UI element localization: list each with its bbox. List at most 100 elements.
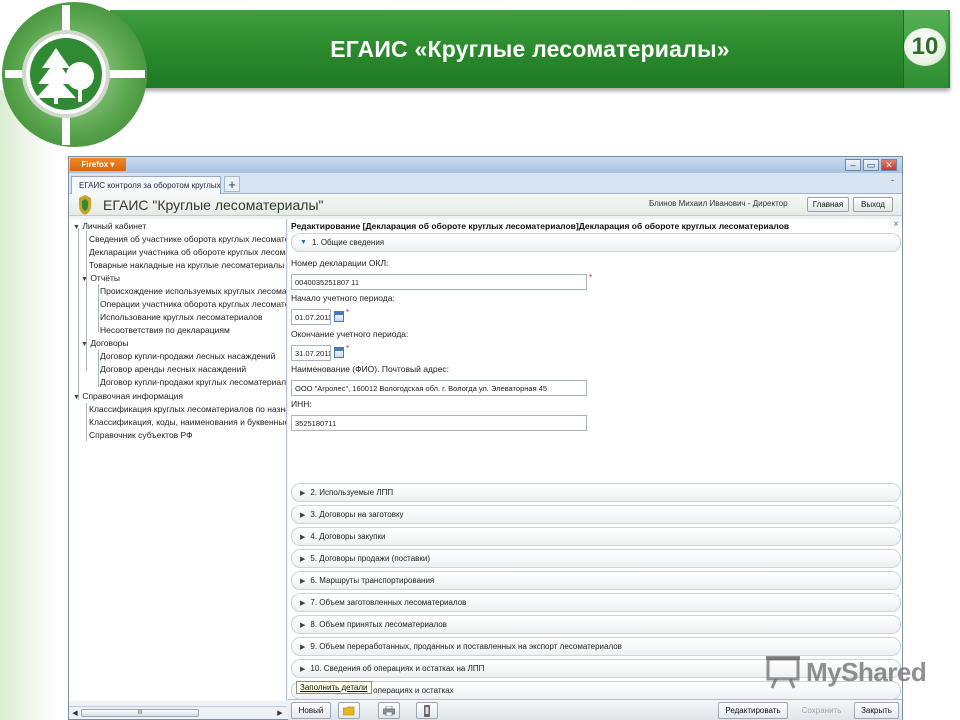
tree-item-plantation-sale-contract[interactable]: Договор купли-продажи лесных насаждений bbox=[100, 351, 275, 361]
section-accepted-volume[interactable]: ▶ 8. Объем принятых лесоматериалов bbox=[291, 615, 901, 634]
expand-arrow-icon: ▶ bbox=[300, 511, 306, 519]
left-edge-gradient bbox=[0, 90, 60, 720]
panel-close-icon[interactable]: × bbox=[893, 219, 899, 230]
scroll-right-icon[interactable]: ▶ bbox=[275, 708, 285, 718]
save-button[interactable]: Сохранить bbox=[794, 702, 849, 719]
tree-item-label: Справочная информация bbox=[82, 391, 183, 401]
tree-connector bbox=[86, 231, 87, 371]
exit-button[interactable]: Выход bbox=[853, 197, 893, 212]
browser-tab[interactable]: ЕГАИС контроля за оборотом круглых... bbox=[71, 176, 221, 194]
tree-item-contracts[interactable]: ▼ Договоры bbox=[81, 338, 129, 348]
firefox-menu-button[interactable]: Firefox ▾ bbox=[70, 158, 126, 171]
page-number: 10 bbox=[904, 28, 946, 66]
section-label: 3. Договоры на заготовку bbox=[310, 510, 404, 519]
name-address-label: Наименование (ФИО). Почтовый адрес: bbox=[291, 364, 449, 374]
expand-arrow-icon: ▶ bbox=[300, 643, 306, 651]
tab-title: ЕГАИС контроля за оборотом круглых... bbox=[79, 181, 221, 190]
tree-emblem-icon bbox=[30, 38, 102, 110]
expand-arrow-icon: ▶ bbox=[300, 665, 306, 673]
close-button[interactable]: Закрыть bbox=[854, 702, 899, 719]
app-header: ЕГАИС "Круглые лесоматериалы" Блинов Мих… bbox=[69, 194, 902, 216]
section-general[interactable]: ▼ 1. Общие сведения bbox=[291, 233, 901, 252]
tree-item-regions-directory[interactable]: Справочник субъектов РФ bbox=[89, 430, 193, 440]
decl-number-label: Номер декларации ОКЛ: bbox=[291, 258, 389, 268]
section-label: 5. Договоры продажи (поставки) bbox=[310, 554, 431, 563]
calendar-icon[interactable] bbox=[334, 347, 344, 358]
expand-arrow-icon: ▶ bbox=[300, 533, 306, 541]
decl-number-field[interactable]: 0040035251807 11 bbox=[291, 274, 587, 290]
tree-item-reports[interactable]: ▼ Отчёты bbox=[81, 273, 120, 283]
print-button[interactable] bbox=[378, 702, 400, 719]
firefox-label: Firefox bbox=[81, 160, 109, 169]
tab-bar: ЕГАИС контроля за оборотом круглых... + … bbox=[69, 173, 902, 194]
bottom-toolbar: Новый Редактировать Сохранить Закрыть bbox=[288, 699, 902, 720]
expand-arrow-icon: ▶ bbox=[300, 621, 306, 629]
tree-item-origin-report[interactable]: Происхождение используемых круглых лесом… bbox=[100, 286, 286, 296]
new-button[interactable]: Новый bbox=[291, 702, 331, 719]
expand-arrow-icon[interactable]: ▼ bbox=[81, 276, 88, 283]
section-lpp-used[interactable]: ▶ 2. Используемые ЛПП bbox=[291, 483, 901, 502]
expand-arrow-icon[interactable]: ▼ bbox=[73, 224, 80, 231]
required-mark: * bbox=[589, 273, 593, 282]
expand-arrow-icon: ▶ bbox=[300, 577, 306, 585]
period-end-field[interactable]: 31.07.2011 bbox=[291, 345, 331, 361]
new-tab-button[interactable]: + bbox=[224, 176, 240, 192]
scroll-thumb[interactable]: III bbox=[81, 709, 199, 717]
expand-arrow-icon[interactable]: ▼ bbox=[73, 394, 80, 401]
inn-field[interactable]: 3525180711 bbox=[291, 415, 587, 431]
tree-item-timber-sale-contract[interactable]: Договор купли-продажи круглых лесоматери… bbox=[100, 377, 286, 387]
open-folder-button[interactable] bbox=[338, 702, 360, 719]
section-harvested-volume[interactable]: ▶ 7. Объем заготовленных лесоматериалов bbox=[291, 593, 901, 612]
calendar-icon[interactable] bbox=[334, 311, 344, 322]
scroll-left-icon[interactable]: ◀ bbox=[70, 708, 80, 718]
inn-label: ИНН: bbox=[291, 399, 312, 409]
printer-icon bbox=[383, 705, 395, 716]
folder-icon bbox=[343, 706, 355, 715]
section-processed-volume[interactable]: ▶ 9. Объем переработанных, проданных и по… bbox=[291, 637, 901, 656]
tree-item-personal-cabinet[interactable]: ▼ Личный кабинет bbox=[73, 221, 146, 231]
close-window-button[interactable]: ✕ bbox=[881, 159, 897, 171]
expand-arrow-icon: ▶ bbox=[300, 599, 306, 607]
tree-item-usage-report[interactable]: Использование круглых лесоматериалов bbox=[100, 312, 262, 322]
expand-arrow-icon: ▶ bbox=[300, 489, 306, 497]
tree-item-discrepancies-report[interactable]: Несоответствия по декларациям bbox=[100, 325, 230, 335]
tree-item-waybills[interactable]: Товарные накладные на круглые лесоматери… bbox=[89, 260, 284, 270]
maximize-button[interactable]: ▭ bbox=[863, 159, 879, 171]
tree-item-reference-info[interactable]: ▼ Справочная информация bbox=[73, 391, 183, 401]
section-label: 2. Используемые ЛПП bbox=[310, 488, 394, 497]
tree-item-operations-report[interactable]: Операции участника оборота круглых лесом… bbox=[100, 299, 286, 309]
section-label: 4. Договоры закупки bbox=[310, 532, 386, 541]
tree-horizontal-scrollbar[interactable]: ◀ III ▶ bbox=[69, 706, 287, 718]
section-label: 10. Сведения об операциях и остатках на … bbox=[310, 664, 485, 673]
expand-arrow-icon: ▶ bbox=[300, 555, 306, 563]
coat-of-arms-icon bbox=[79, 195, 91, 215]
tree-item-classification-codes[interactable]: Классификация, коды, наименования и букв… bbox=[89, 417, 286, 427]
tree-connector bbox=[78, 228, 79, 400]
section-sale-contracts[interactable]: ▶ 5. Договоры продажи (поставки) bbox=[291, 549, 901, 568]
section-label: 6. Маршруты транспортирования bbox=[310, 576, 435, 585]
tree-item-lease-contract[interactable]: Договор аренды лесных насаждений bbox=[100, 364, 246, 374]
edit-button[interactable]: Редактировать bbox=[718, 702, 788, 719]
fill-details-tooltip[interactable]: Заполнить детали bbox=[296, 681, 372, 694]
tree-connector bbox=[86, 403, 87, 441]
tree-item-participant-info[interactable]: Сведения об участнике оборота круглых ле… bbox=[89, 234, 286, 244]
expand-arrow-icon[interactable]: ▼ bbox=[81, 341, 88, 348]
navigation-tree: ▼ Личный кабинет Сведения об участнике о… bbox=[69, 219, 287, 701]
tree-item-label: Личный кабинет bbox=[82, 221, 147, 231]
section-label: 7. Объем заготовленных лесоматериалов bbox=[310, 598, 467, 607]
section-transport-routes[interactable]: ▶ 6. Маршруты транспортирования bbox=[291, 571, 901, 590]
minimize-button[interactable]: – bbox=[845, 159, 861, 171]
period-start-field[interactable]: 01.07.2011 bbox=[291, 309, 331, 325]
tabbar-minimize-icon[interactable]: - bbox=[891, 175, 894, 185]
edit-panel: Редактирование [Декларация об обороте кр… bbox=[288, 219, 902, 719]
attach-button[interactable] bbox=[416, 702, 438, 719]
tree-item-participant-declarations[interactable]: Декларации участника об обороте круглых … bbox=[89, 247, 286, 257]
tree-item-label: Отчёты bbox=[90, 273, 120, 283]
name-address-field[interactable]: ООО "Агролес", 160012 Вологодская обл. г… bbox=[291, 380, 587, 396]
section-purchase-contracts[interactable]: ▶ 4. Договоры закупки bbox=[291, 527, 901, 546]
home-button[interactable]: Главная bbox=[807, 197, 849, 212]
slide: ЕГАИС «Круглые лесоматериалы» 10 Firefox… bbox=[0, 0, 960, 720]
section-harvest-contracts[interactable]: ▶ 3. Договоры на заготовку bbox=[291, 505, 901, 524]
tree-item-classification-purpose[interactable]: Классификация круглых лесоматериалов по … bbox=[89, 404, 286, 414]
slide-title: ЕГАИС «Круглые лесоматериалы» bbox=[330, 35, 730, 62]
